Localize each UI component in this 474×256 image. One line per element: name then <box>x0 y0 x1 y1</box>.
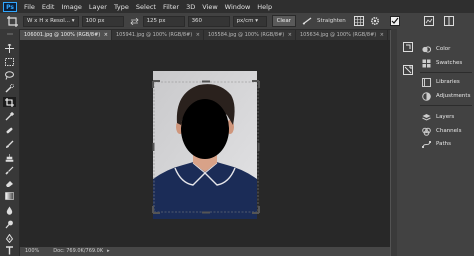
paths-panel-tab[interactable]: Paths <box>422 139 451 149</box>
marquee-tool-icon[interactable] <box>3 57 16 67</box>
menu-edit[interactable]: Edit <box>42 3 55 11</box>
panel-divider <box>420 105 472 106</box>
tab-close-icon[interactable]: × <box>380 30 384 40</box>
adjustments-icon <box>422 91 431 101</box>
menu-type[interactable]: Type <box>114 3 129 11</box>
resolution-unit-select[interactable]: px/cm ▾ <box>232 15 267 27</box>
collapsed-panel-dock <box>397 29 419 256</box>
layers-icon <box>422 113 431 121</box>
crop-settings-gear-icon[interactable] <box>370 16 380 26</box>
toolbar-collapse-icon[interactable] <box>3 31 16 37</box>
straighten-icon[interactable] <box>302 16 312 26</box>
crop-tool-icon[interactable] <box>3 97 16 107</box>
width-field[interactable]: 100 px <box>81 15 124 27</box>
adjustments-panel-tab[interactable]: Adjustments <box>422 91 470 101</box>
menu-layer[interactable]: Layer <box>89 3 107 11</box>
brush-tool-icon[interactable] <box>3 139 16 149</box>
document-tabs: 106001.jpg @ 100% (RGB/8#) × 105941.jpg … <box>20 30 390 40</box>
menu-view[interactable]: View <box>202 3 217 11</box>
overlay-grid-icon[interactable] <box>353 16 364 26</box>
color-panel-tab[interactable]: Color <box>422 44 450 54</box>
paths-icon <box>422 140 431 148</box>
status-bar: 100% Doc: 769.0K/769.0K ▸ <box>20 247 390 256</box>
delete-cropped-pixels-checkbox[interactable] <box>389 16 400 26</box>
swatches-panel-tab[interactable]: Swatches <box>422 58 462 68</box>
straighten-label[interactable]: Straighten <box>317 18 346 24</box>
quick-selection-tool-icon[interactable] <box>3 83 16 93</box>
menu-select[interactable]: Select <box>136 3 156 11</box>
tab-label: 105941.jpg @ 100% (RGB/8#) <box>116 32 193 38</box>
menu-file[interactable]: File <box>24 3 35 11</box>
menu-image[interactable]: Image <box>61 3 81 11</box>
status-menu-arrow-icon[interactable]: ▸ <box>107 247 110 256</box>
tab-105941[interactable]: 105941.jpg @ 100% (RGB/8#) × <box>112 30 204 40</box>
menu-3d[interactable]: 3D <box>186 3 195 11</box>
panel-dock: Color Swatches Libraries Adjustments Lay… <box>418 29 474 256</box>
blur-tool-icon[interactable] <box>3 205 16 215</box>
photoshop-logo: Ps <box>3 1 17 12</box>
libraries-icon <box>422 77 431 87</box>
content-aware-icon[interactable] <box>423 16 434 26</box>
type-tool-icon[interactable] <box>3 245 16 255</box>
document-size[interactable]: Doc: 769.0K/769.0K <box>53 247 103 256</box>
color-icon <box>422 45 431 53</box>
history-brush-tool-icon[interactable] <box>3 165 16 175</box>
eraser-tool-icon[interactable] <box>3 178 16 188</box>
channels-icon <box>422 127 431 136</box>
workspace-switch-icon[interactable] <box>443 16 454 26</box>
menu-window[interactable]: Window <box>225 3 251 11</box>
tab-close-icon[interactable]: × <box>196 30 200 40</box>
crop-bounding-box[interactable] <box>150 78 262 216</box>
tab-106001[interactable]: 106001.jpg @ 100% (RGB/8#) × <box>20 30 112 40</box>
height-field[interactable]: 125 px <box>142 15 185 27</box>
gradient-tool-icon[interactable] <box>3 191 16 201</box>
swap-icon[interactable] <box>130 16 140 26</box>
history-panel-icon[interactable] <box>403 42 413 54</box>
crop-tool-preset-icon[interactable] <box>4 15 20 27</box>
zoom-level[interactable]: 100% <box>25 247 39 256</box>
tools-panel <box>0 29 20 256</box>
libraries-panel-tab[interactable]: Libraries <box>422 77 460 87</box>
clear-button[interactable]: Clear <box>271 15 296 27</box>
tab-label: 106001.jpg @ 100% (RGB/8#) <box>24 32 101 38</box>
ratio-select[interactable]: W x H x Resol... ▾ <box>23 15 79 27</box>
tab-close-icon[interactable]: × <box>104 30 108 40</box>
layers-panel-tab[interactable]: Layers <box>422 112 454 122</box>
healing-brush-tool-icon[interactable] <box>3 125 16 135</box>
resolution-field[interactable]: 360 <box>187 15 230 27</box>
menu-bar: Ps File Edit Image Layer Type Select Fil… <box>0 0 474 13</box>
tab-label: 105634.jpg @ 100% (RGB/8#) <box>300 32 377 38</box>
menu-help[interactable]: Help <box>257 3 272 11</box>
channels-panel-tab[interactable]: Channels <box>422 126 461 136</box>
tab-105634[interactable]: 105634.jpg @ 100% (RGB/8#) × <box>296 30 388 40</box>
tab-105584[interactable]: 105584.jpg @ 100% (RGB/8#) × <box>204 30 296 40</box>
pen-tool-icon[interactable] <box>3 233 16 243</box>
clone-stamp-tool-icon[interactable] <box>3 152 16 162</box>
move-tool-icon[interactable] <box>3 43 16 53</box>
dodge-tool-icon[interactable] <box>3 219 16 229</box>
tab-close-icon[interactable]: × <box>288 30 292 40</box>
swatches-icon <box>422 59 431 67</box>
eyedropper-tool-icon[interactable] <box>3 111 16 121</box>
options-bar: W x H x Resol... ▾ 100 px 125 px 360 px/… <box>0 13 474 30</box>
tab-label: 105584.jpg @ 100% (RGB/8#) <box>208 32 285 38</box>
lasso-tool-icon[interactable] <box>3 70 16 80</box>
panel-divider <box>420 72 472 73</box>
properties-panel-icon[interactable] <box>403 65 413 77</box>
menu-filter[interactable]: Filter <box>163 3 179 11</box>
